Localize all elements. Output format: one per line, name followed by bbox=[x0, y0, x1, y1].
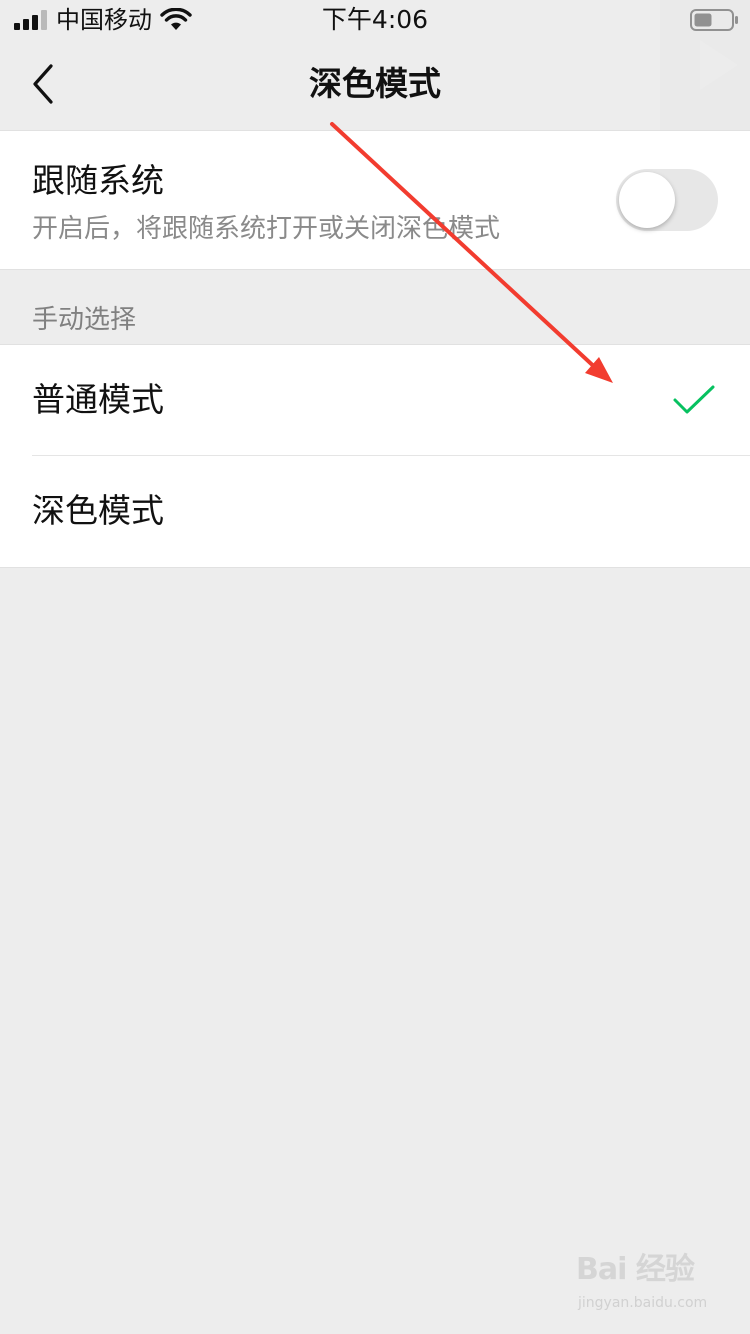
option-label: 普通模式 bbox=[32, 380, 164, 419]
checkmark-icon bbox=[673, 385, 715, 414]
page-title: 深色模式 bbox=[309, 64, 441, 103]
option-dark-mode[interactable]: 深色模式 bbox=[0, 456, 750, 566]
status-time: 下午4:06 bbox=[321, 5, 429, 34]
navigation-bar: 深色模式 bbox=[0, 40, 750, 130]
manual-select-label: 手动选择 bbox=[32, 305, 137, 335]
follow-system-title: 跟随系统 bbox=[32, 161, 164, 200]
status-bar: 中国移动 下午4:06 bbox=[0, 0, 750, 40]
follow-system-toggle[interactable] bbox=[616, 169, 718, 231]
watermark-url: jingyan.baidu.com bbox=[578, 1295, 708, 1311]
watermark: Bai 经验 jingyan.baidu.com bbox=[576, 1250, 716, 1320]
toggle-knob bbox=[619, 172, 675, 228]
follow-system-description: 开启后，将跟随系统打开或关闭深色模式 bbox=[32, 214, 501, 244]
follow-system-row: 跟随系统 开启后，将跟随系统打开或关闭深色模式 bbox=[0, 130, 750, 270]
mode-choice-list: 普通模式 深色模式 bbox=[0, 344, 750, 568]
option-label: 深色模式 bbox=[32, 491, 164, 530]
option-normal-mode[interactable]: 普通模式 bbox=[0, 345, 750, 455]
watermark-logo: Bai 经验 bbox=[576, 1252, 695, 1287]
corner-shadow-decoration bbox=[660, 0, 750, 130]
